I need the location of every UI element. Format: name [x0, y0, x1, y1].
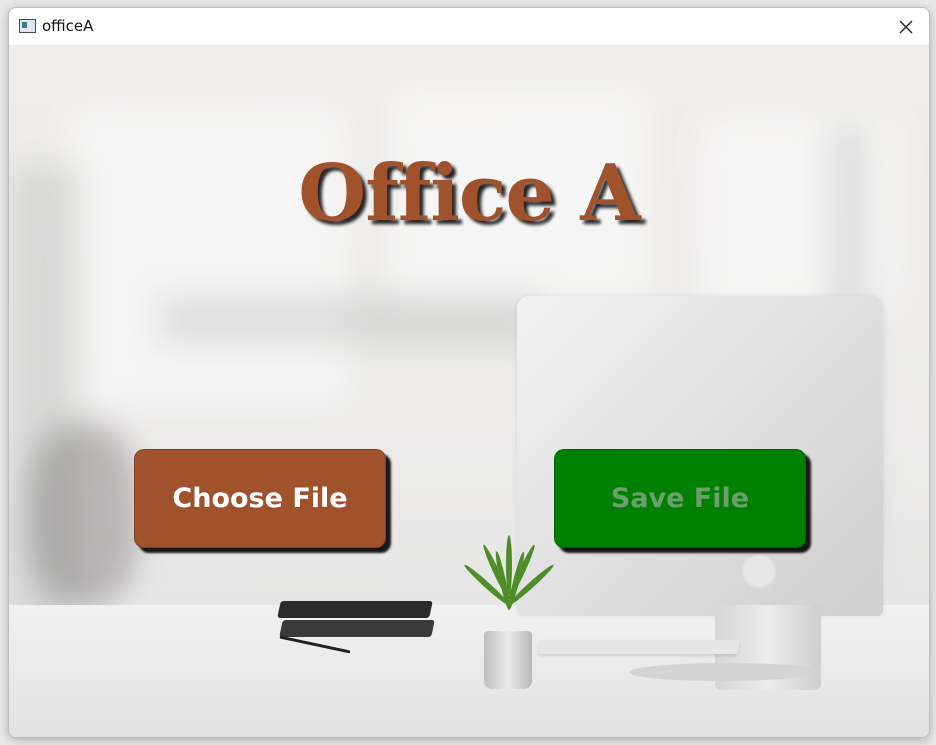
page-title: Office A: [9, 148, 929, 239]
app-window: officeA: [8, 7, 930, 738]
title-bar[interactable]: officeA: [9, 8, 929, 45]
close-button[interactable]: [883, 8, 929, 45]
choose-file-button[interactable]: Choose File: [134, 449, 386, 548]
notebook-image: [279, 620, 435, 637]
plant-pot: [484, 631, 532, 689]
main-content: Office A Choose File Save File: [9, 45, 929, 737]
close-icon: [899, 20, 913, 34]
save-file-button[interactable]: Save File: [554, 449, 806, 548]
monitor-stand-hole: [741, 553, 777, 589]
window-title: officeA: [42, 17, 93, 35]
keyboard-image: [538, 640, 740, 654]
notebook-image: [277, 601, 433, 618]
window-app-icon: [19, 19, 36, 33]
